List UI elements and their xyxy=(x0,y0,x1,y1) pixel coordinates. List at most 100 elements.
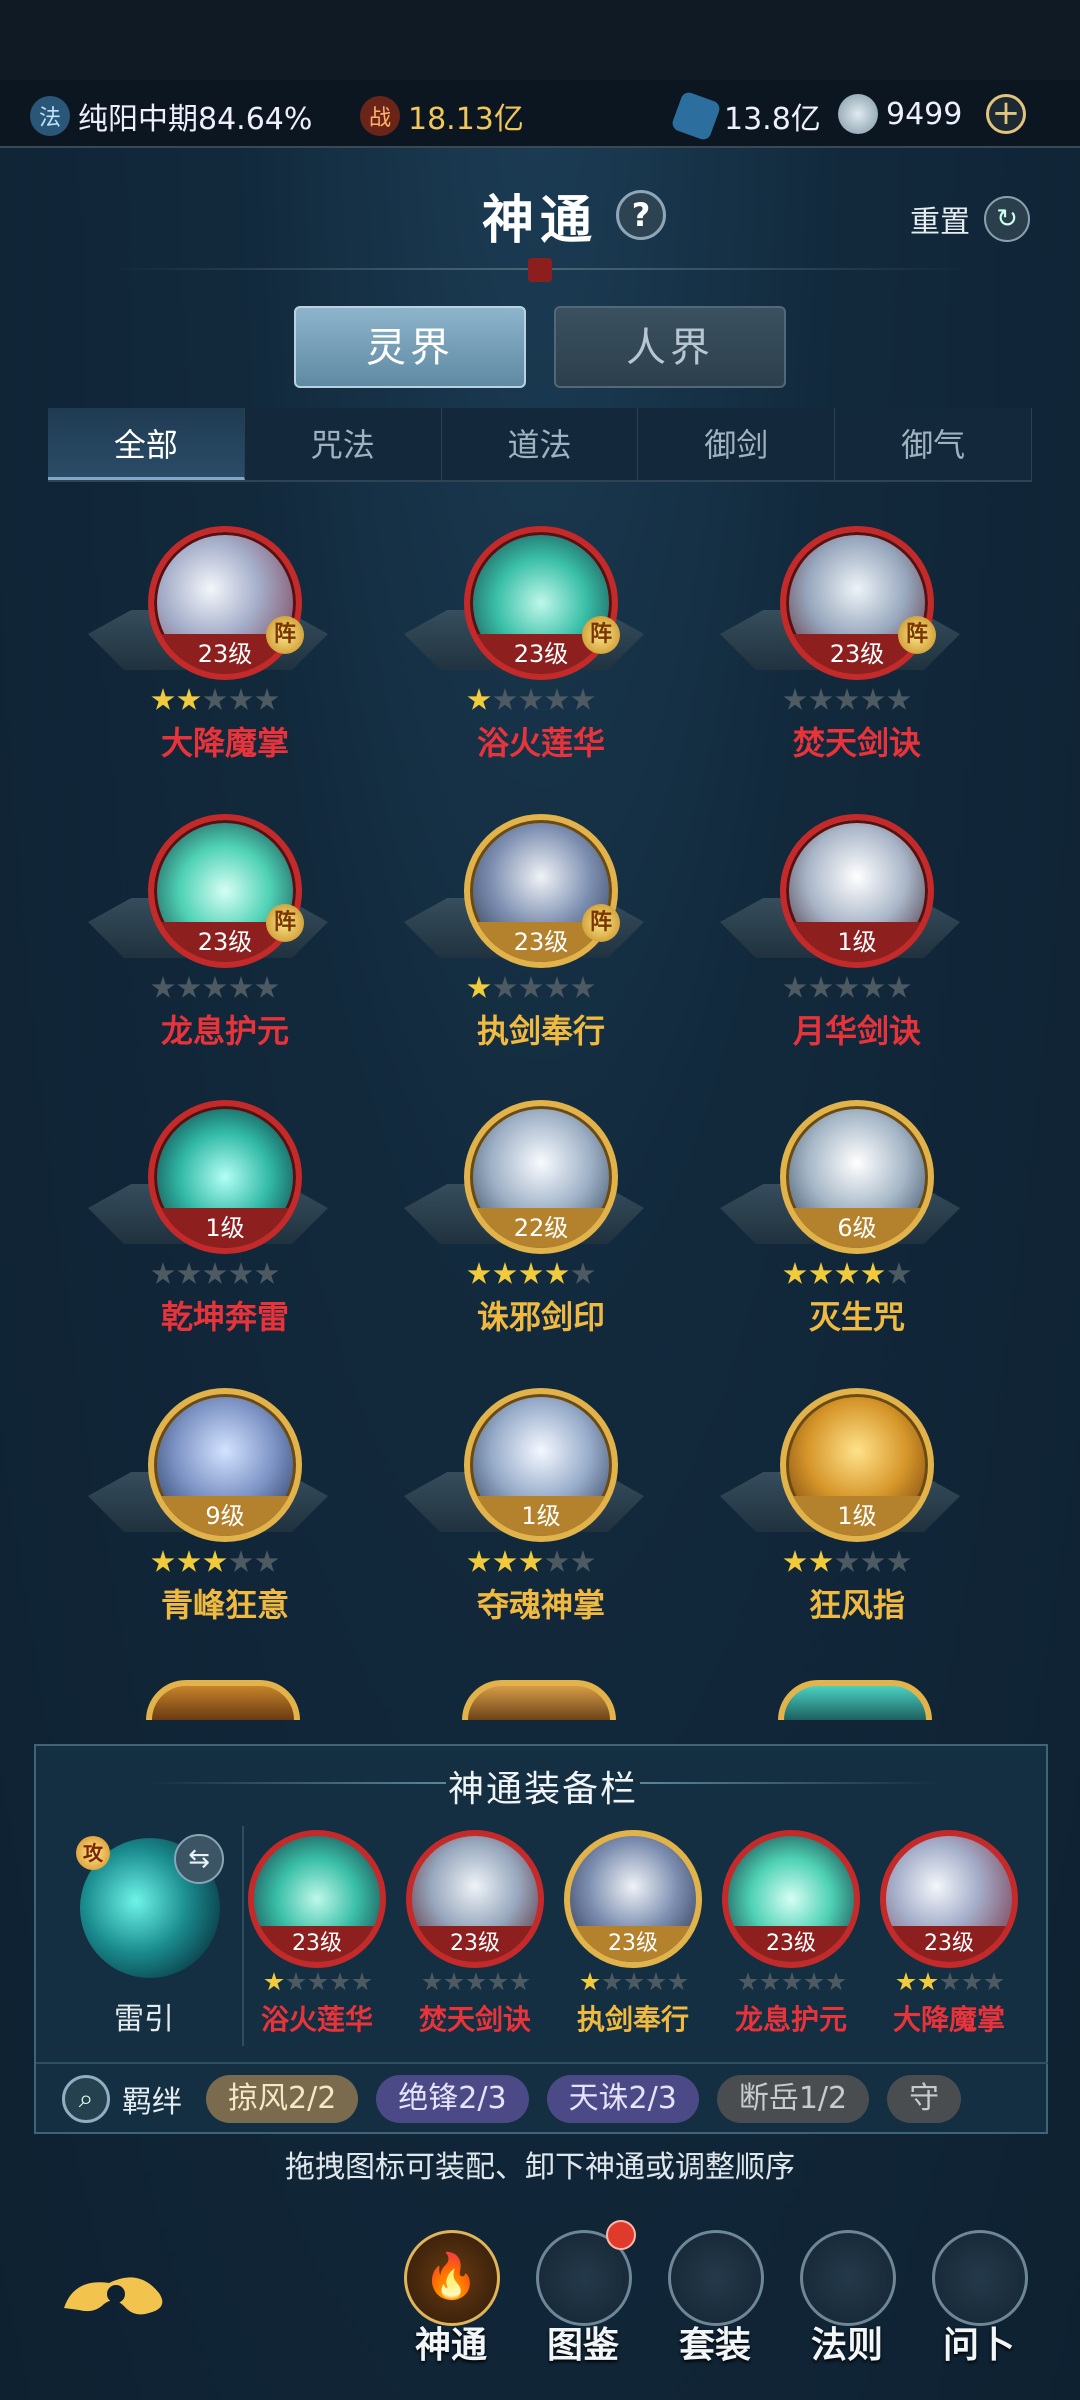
skill-card[interactable]: 23级阵执剑奉行 xyxy=(404,808,644,1078)
star-icon xyxy=(467,1262,491,1284)
reset-button[interactable]: 重置 ↻ xyxy=(910,196,1030,242)
tab-qi[interactable]: 御气 xyxy=(835,408,1032,480)
skill-card[interactable]: 23级阵焚天剑诀 xyxy=(720,520,960,790)
skill-icon: 6级 xyxy=(780,1100,934,1254)
star-icon xyxy=(545,1262,569,1284)
skill-name: 夺魂神掌 xyxy=(476,1586,605,1624)
star-icon xyxy=(984,1972,1004,1991)
mask-icon xyxy=(800,2230,896,2326)
star-icon xyxy=(510,1972,530,1991)
star-rating xyxy=(140,1262,290,1286)
star-icon xyxy=(519,1550,543,1572)
bond-chip[interactable]: 断岳1/2 xyxy=(716,2075,870,2123)
help-button[interactable]: ? xyxy=(616,190,666,240)
cultivation-text: 纯阳中期84.64% xyxy=(78,102,313,137)
skill-icon: 22级 xyxy=(464,1100,618,1254)
star-icon xyxy=(444,1972,464,1991)
equipped-skill-name: 执剑奉行 xyxy=(576,2003,689,2036)
bond-chip[interactable]: 天诛2/3 xyxy=(546,2075,699,2123)
star-icon xyxy=(783,1262,807,1284)
star-rating xyxy=(456,688,606,712)
bond-chip[interactable]: 掠风2/2 xyxy=(206,2075,359,2123)
equip-slot[interactable]: 23级浴火莲华 xyxy=(242,1830,392,2040)
skill-name: 龙息护元 xyxy=(160,1012,289,1050)
star-icon xyxy=(493,1550,517,1572)
bond-chip[interactable]: 绝锋2/3 xyxy=(376,2075,529,2123)
star-icon xyxy=(835,1550,859,1572)
skill-card[interactable]: 1级夺魂神掌 xyxy=(404,1382,644,1652)
star-icon xyxy=(646,1972,666,1991)
star-icon xyxy=(151,976,175,998)
cultivation-icon: 法 xyxy=(30,96,70,136)
equipped-skill-name: 浴火莲华 xyxy=(260,2003,373,2036)
star-icon xyxy=(264,1972,284,1991)
star-icon xyxy=(467,1550,491,1572)
star-rating xyxy=(772,976,922,1000)
skill-card[interactable]: 6级 灭生咒 xyxy=(720,1094,960,1364)
nav-codex[interactable]: 图鉴 xyxy=(528,2220,638,2392)
skill-card[interactable]: 9级 青峰狂意 xyxy=(88,1382,328,1652)
skill-name: 大降魔掌 xyxy=(160,724,289,762)
tab-human-realm[interactable]: 人界 xyxy=(554,306,786,388)
skill-card[interactable]: 23级阵大降魔掌 xyxy=(88,520,328,790)
skill-icon: 23级 xyxy=(148,814,302,968)
star-rating xyxy=(250,1972,386,1992)
equipped-skill-icon: 23级 xyxy=(880,1830,1018,1968)
star-icon xyxy=(255,1550,279,1572)
tab-spirit-realm[interactable]: 灵界 xyxy=(294,306,526,388)
skill-card[interactable]: 1级 月华剑诀 xyxy=(720,808,960,1078)
star-icon xyxy=(835,1262,859,1284)
nav-divine-power[interactable]: 🔥 神通 xyxy=(396,2222,506,2392)
skill-icon: 23级 xyxy=(780,526,934,680)
tab-spell[interactable]: 咒法 xyxy=(244,408,442,480)
skill-icon: 1级 xyxy=(464,1388,618,1542)
equipped-skill-name: 大降魔掌 xyxy=(892,2003,1005,2036)
nav-divination[interactable]: 问卜 xyxy=(924,2222,1034,2392)
equipped-skill-icon: 23级 xyxy=(564,1830,702,1968)
search-icon[interactable]: ⌕ xyxy=(62,2075,110,2123)
star-icon xyxy=(229,1262,253,1284)
nav-law[interactable]: 法则 xyxy=(792,2222,902,2392)
skill-grid: 23级阵大降魔掌 23级阵浴火莲华 23级阵焚天剑诀 23级阵龙息护元 23级阵执剑奉行… xyxy=(0,520,1080,1720)
category-tabs: 全部 咒法 道法 御剑 御气 xyxy=(48,408,1032,482)
skill-orb-partial[interactable] xyxy=(778,1680,932,1720)
skill-card[interactable]: 1级 狂风指 xyxy=(720,1382,960,1652)
nav-label: 问卜 xyxy=(942,2324,1015,2366)
star-icon xyxy=(940,1972,960,1991)
main-skill-slot[interactable]: 攻 ⇆ 雷引 xyxy=(54,1826,244,2046)
skill-icon: 23级 xyxy=(464,814,618,968)
skill-orb-partial[interactable] xyxy=(146,1680,300,1720)
star-rating xyxy=(772,1262,922,1286)
star-icon xyxy=(493,688,517,710)
skill-card[interactable]: 23级阵浴火莲华 xyxy=(404,520,644,790)
star-icon xyxy=(466,1972,486,1991)
formation-badge: 阵 xyxy=(266,616,304,654)
skill-card[interactable]: 1级 乾坤奔雷 xyxy=(88,1094,328,1364)
star-icon xyxy=(896,1972,916,1991)
equip-slot[interactable]: 23级执剑奉行 xyxy=(558,1830,708,2040)
cloud-logo-icon[interactable] xyxy=(54,2258,174,2328)
star-icon xyxy=(580,1972,600,1991)
system-status-bar xyxy=(0,0,1080,80)
nav-set[interactable]: 套装 xyxy=(660,2222,770,2392)
bond-chip[interactable]: 守 xyxy=(887,2075,962,2123)
star-icon xyxy=(519,688,543,710)
skill-level: 1级 xyxy=(470,1496,612,1536)
star-icon xyxy=(783,688,807,710)
equip-slot[interactable]: 23级 龙息护元 xyxy=(716,1830,866,2040)
skill-level: 6级 xyxy=(786,1208,928,1248)
star-icon xyxy=(782,1972,802,1991)
add-currency-button[interactable]: + xyxy=(986,94,1026,134)
skill-card[interactable]: 22级诛邪剑印 xyxy=(404,1094,644,1364)
equip-slot[interactable]: 23级 焚天剑诀 xyxy=(400,1830,550,2040)
tab-all[interactable]: 全部 xyxy=(48,408,245,480)
refresh-icon: ↻ xyxy=(984,196,1030,242)
tab-sword[interactable]: 御剑 xyxy=(638,408,836,480)
tab-daoism[interactable]: 道法 xyxy=(441,408,639,480)
swap-button[interactable]: ⇆ xyxy=(174,1834,224,1884)
equip-slot[interactable]: 23级大降魔掌 xyxy=(874,1830,1024,2040)
skill-card[interactable]: 23级阵龙息护元 xyxy=(88,808,328,1078)
skill-orb-partial[interactable] xyxy=(462,1680,616,1720)
skill-name: 诛邪剑印 xyxy=(476,1298,605,1336)
equipped-skill-icon: 23级 xyxy=(248,1830,386,1968)
